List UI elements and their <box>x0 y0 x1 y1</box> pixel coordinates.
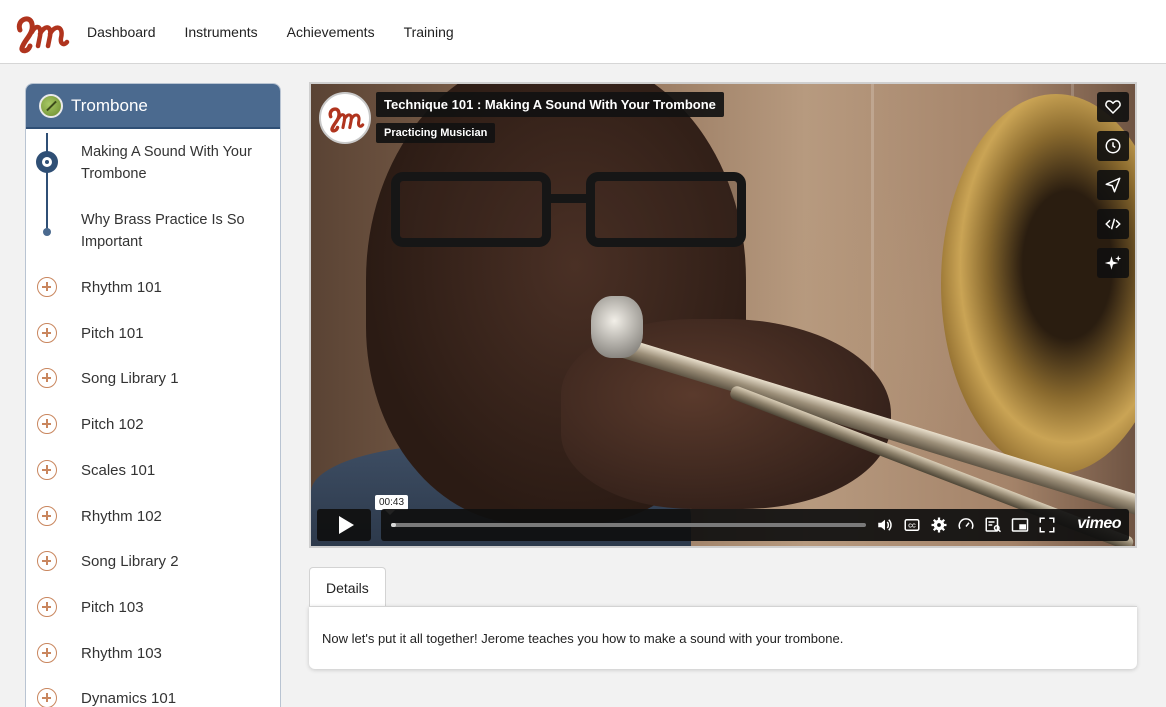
nav-dashboard[interactable]: Dashboard <box>87 24 156 40</box>
lesson-description: Now let's put it all together! Jerome te… <box>322 631 844 646</box>
expand-plus-icon <box>37 277 57 297</box>
module-label: Pitch 103 <box>81 598 144 616</box>
vimeo-logo[interactable]: vimeo <box>1077 515 1121 533</box>
video-player[interactable]: Technique 101 : Making A Sound With Your… <box>309 82 1137 548</box>
player-controls: CC vimeo <box>317 509 1129 541</box>
pip-icon[interactable] <box>1011 516 1029 534</box>
play-button[interactable] <box>317 509 371 541</box>
module-label: Song Library 2 <box>81 552 179 570</box>
lesson-item-making-a-sound[interactable]: Making A Sound With Your Trombone <box>81 141 276 185</box>
nav-training[interactable]: Training <box>404 24 454 40</box>
channel-logo[interactable] <box>319 92 371 144</box>
trombone-icon <box>39 93 63 118</box>
module-label: Song Library 1 <box>81 369 179 387</box>
course-sidebar: Trombone Making A Sound With Your Trombo… <box>25 83 281 707</box>
cc-icon[interactable]: CC <box>903 516 921 534</box>
module-item[interactable]: Song Library 1 <box>26 358 280 398</box>
expand-plus-icon <box>37 323 57 343</box>
module-item[interactable]: Rhythm 103 <box>26 633 280 673</box>
lesson-marker-icon <box>43 228 51 236</box>
transcript-icon[interactable] <box>984 516 1002 534</box>
control-bar: CC vimeo <box>381 509 1129 541</box>
module-item[interactable]: Pitch 102 <box>26 404 280 444</box>
module-label: Rhythm 102 <box>81 507 162 525</box>
expand-plus-icon <box>37 643 57 663</box>
instrument-title: Trombone <box>71 95 148 115</box>
module-item[interactable]: Rhythm 101 <box>26 267 280 307</box>
module-label: Scales 101 <box>81 461 156 479</box>
nav-instruments[interactable]: Instruments <box>185 24 258 40</box>
module-item[interactable]: Song Library 2 <box>26 541 280 581</box>
speed-icon[interactable] <box>957 516 975 534</box>
embed-button[interactable] <box>1097 209 1129 239</box>
expand-plus-icon <box>37 688 57 707</box>
pm-logo[interactable] <box>12 10 70 54</box>
embed-code-icon <box>1105 218 1121 230</box>
lesson-item-brass-practice[interactable]: Why Brass Practice Is So Important <box>81 209 276 253</box>
svg-text:CC: CC <box>908 524 916 530</box>
details-tabs: Details <box>309 567 386 607</box>
expand-plus-icon <box>37 460 57 480</box>
module-item[interactable]: Scales 101 <box>26 450 280 490</box>
instrument-header[interactable]: Trombone <box>26 84 280 129</box>
lesson-timeline <box>46 133 48 233</box>
share-button[interactable] <box>1097 170 1129 200</box>
module-label: Pitch 101 <box>81 324 144 342</box>
expand-plus-icon <box>37 506 57 526</box>
expand-plus-icon <box>37 414 57 434</box>
sparkle-icon <box>1104 255 1122 270</box>
top-nav-bar: Dashboard Instruments Achievements Train… <box>0 0 1166 64</box>
module-label: Dynamics 101 <box>81 689 177 707</box>
ai-button[interactable] <box>1097 248 1129 278</box>
main-nav: Dashboard Instruments Achievements Train… <box>87 24 483 40</box>
details-panel: Now let's put it all together! Jerome te… <box>309 606 1137 669</box>
module-item[interactable]: Rhythm 102 <box>26 496 280 536</box>
settings-icon[interactable] <box>930 516 948 534</box>
progress-bar[interactable] <box>391 523 866 527</box>
video-frame <box>311 84 1135 546</box>
module-label: Rhythm 101 <box>81 278 162 296</box>
like-button[interactable] <box>1097 92 1129 122</box>
volume-icon[interactable] <box>876 516 894 534</box>
module-label: Rhythm 103 <box>81 644 162 662</box>
module-item[interactable]: Pitch 101 <box>26 313 280 353</box>
send-icon <box>1105 177 1121 193</box>
video-channel[interactable]: Practicing Musician <box>376 123 496 143</box>
progress-fill <box>391 523 396 527</box>
module-item[interactable]: Dynamics 101 <box>26 678 280 707</box>
active-lesson-marker-icon <box>36 151 58 173</box>
expand-plus-icon <box>37 597 57 617</box>
module-label: Pitch 102 <box>81 415 144 433</box>
timecode-tooltip: 00:43 <box>375 495 409 515</box>
expand-plus-icon <box>37 551 57 571</box>
watch-later-button[interactable] <box>1097 131 1129 161</box>
fullscreen-icon[interactable] <box>1038 516 1056 534</box>
video-title[interactable]: Technique 101 : Making A Sound With Your… <box>376 92 724 117</box>
heart-icon <box>1105 100 1121 115</box>
clock-icon <box>1105 138 1121 154</box>
expand-plus-icon <box>37 368 57 388</box>
module-item[interactable]: Pitch 103 <box>26 587 280 627</box>
tab-details[interactable]: Details <box>309 567 386 607</box>
nav-achievements[interactable]: Achievements <box>287 24 375 40</box>
